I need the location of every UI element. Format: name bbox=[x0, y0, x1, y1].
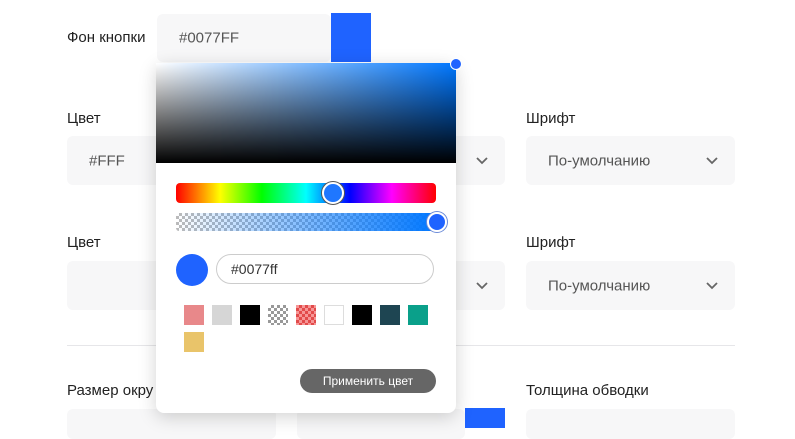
chevron-down-icon bbox=[476, 282, 488, 290]
swatch-transparent[interactable] bbox=[268, 305, 288, 325]
swatch-black-2[interactable] bbox=[352, 305, 372, 325]
swatch-red-transparent[interactable] bbox=[296, 305, 316, 325]
color-picker-popover: Применить цвет bbox=[156, 58, 462, 413]
hover-color-label: Цвет bbox=[67, 234, 101, 251]
hover-font-select-value: По-умолчанию bbox=[548, 277, 651, 294]
button-bg-input[interactable]: #0077FF bbox=[157, 14, 331, 62]
font-select[interactable]: По-умолчанию bbox=[526, 136, 735, 185]
chevron-down-icon bbox=[706, 282, 718, 290]
alpha-slider[interactable] bbox=[176, 212, 447, 232]
swatch-yellow[interactable] bbox=[184, 332, 204, 352]
border-color-input[interactable] bbox=[297, 409, 465, 439]
text-color-value: #FFF bbox=[89, 152, 125, 169]
swatch-teal[interactable] bbox=[408, 305, 428, 325]
hue-slider[interactable] bbox=[176, 182, 436, 204]
hover-font-label: Шрифт bbox=[526, 234, 576, 251]
color-preview bbox=[176, 254, 208, 286]
font-label: Шрифт bbox=[526, 110, 576, 127]
swatch-black[interactable] bbox=[240, 305, 260, 325]
saturation-handle[interactable] bbox=[450, 58, 462, 70]
hex-input[interactable] bbox=[216, 254, 434, 284]
button-bg-color-swatch[interactable] bbox=[331, 13, 371, 62]
chevron-down-icon bbox=[476, 157, 488, 165]
swatch-white[interactable] bbox=[324, 305, 344, 325]
swatch-light-gray[interactable] bbox=[212, 305, 232, 325]
button-bg-value: #0077FF bbox=[179, 29, 240, 47]
hue-handle[interactable] bbox=[322, 182, 344, 204]
radius-input[interactable] bbox=[67, 409, 276, 439]
swatch-pink[interactable] bbox=[184, 305, 204, 325]
button-bg-label: Фон кнопки bbox=[67, 29, 146, 46]
radius-label: Размер окру bbox=[67, 382, 154, 399]
stroke-width-input[interactable] bbox=[526, 409, 735, 439]
stroke-width-label: Толщина обводки bbox=[526, 382, 649, 399]
text-color-label: Цвет bbox=[67, 110, 101, 127]
chevron-down-icon bbox=[706, 157, 718, 165]
border-color-swatch[interactable] bbox=[465, 408, 505, 428]
saturation-value-area[interactable] bbox=[156, 58, 462, 163]
alpha-handle[interactable] bbox=[427, 212, 447, 232]
font-select-value: По-умолчанию bbox=[548, 152, 651, 169]
apply-color-button[interactable]: Применить цвет bbox=[300, 369, 436, 393]
hover-font-select[interactable]: По-умолчанию bbox=[526, 261, 735, 310]
swatch-dark-teal[interactable] bbox=[380, 305, 400, 325]
